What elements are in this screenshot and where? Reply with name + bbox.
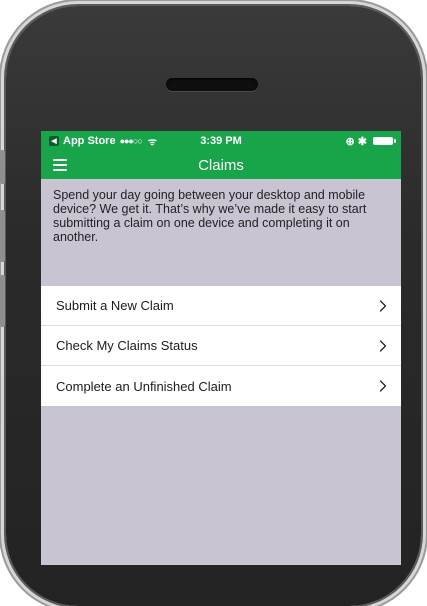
- volume-down-button: [0, 275, 5, 327]
- navigation-bar: Claims: [41, 151, 401, 179]
- page-title: Claims: [198, 156, 244, 174]
- app-screen: ◀ App Store ●●●○○ ᯤ 3:39 PM ⊕ ✱ Claims S…: [41, 131, 401, 565]
- menu-item-label: Check My Claims Status: [56, 338, 198, 353]
- volume-up-button: [0, 210, 5, 262]
- menu-item-label: Submit a New Claim: [56, 298, 174, 313]
- status-bar: ◀ App Store ●●●○○ ᯤ 3:39 PM ⊕ ✱: [41, 131, 401, 151]
- submit-new-claim-item[interactable]: Submit a New Claim: [41, 286, 401, 326]
- chevron-right-icon: [379, 380, 387, 392]
- intro-text: Spend your day going between your deskto…: [53, 188, 367, 244]
- check-claims-status-item[interactable]: Check My Claims Status: [41, 326, 401, 366]
- phone-frame: ◀ App Store ●●●○○ ᯤ 3:39 PM ⊕ ✱ Claims S…: [0, 0, 427, 606]
- status-time: 3:39 PM: [200, 135, 242, 147]
- menu-item-label: Complete an Unfinished Claim: [56, 378, 232, 394]
- chevron-right-icon: [379, 299, 387, 312]
- menu-icon[interactable]: [53, 159, 67, 171]
- claims-menu: Submit a New Claim Check My Claims Statu…: [41, 286, 401, 406]
- chevron-right-icon: [379, 339, 387, 352]
- mute-switch: [0, 150, 5, 184]
- complete-unfinished-claim-item[interactable]: Complete an Unfinished Claim: [41, 366, 401, 406]
- earpiece-speaker: [166, 78, 258, 91]
- battery-icon: [373, 137, 396, 145]
